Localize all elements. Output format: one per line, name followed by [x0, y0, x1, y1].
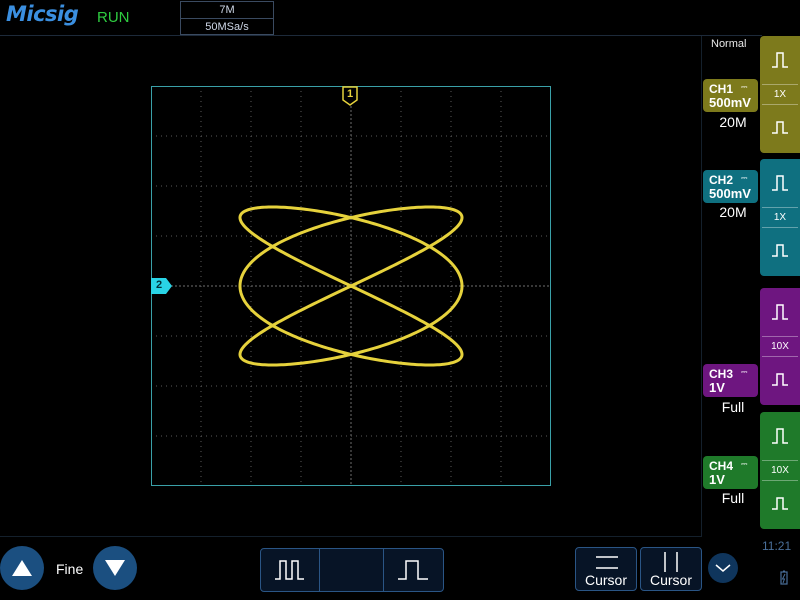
battery-icon [780, 570, 788, 585]
memory-depth: 7M [219, 4, 235, 16]
ch2-marker-label: 2 [155, 279, 163, 291]
vertical-cursor-label: Cursor [649, 572, 692, 588]
ch1-bandwidth: 20M [719, 114, 747, 130]
dc-coupling-icon: ⎓ [741, 82, 748, 91]
ch2-scale: 500mV [709, 186, 751, 201]
ch1-scale: 500mV [709, 95, 751, 110]
ch2-tag[interactable]: CH2 ⎓ 500mV [703, 170, 758, 203]
ch1-tag[interactable]: CH1 ⎓ 500mV [703, 79, 758, 112]
ch4-scale: 1V [709, 472, 725, 487]
sample-rate: 50MSa/s [181, 18, 273, 35]
single-pulse-button[interactable] [384, 549, 442, 591]
pulse-icon [772, 373, 788, 386]
brand-logo: Micsig [6, 2, 79, 26]
ch1-marker-label: 1 [346, 88, 354, 100]
ch3-bandwidth: Full [721, 399, 745, 415]
horizontal-cursor-button[interactable]: Cursor [575, 547, 637, 591]
pulse-icon [772, 175, 788, 191]
ch2-probe: 1X [773, 212, 787, 223]
pulse-icon [772, 428, 788, 444]
ch3-side-panel[interactable]: 10X [760, 288, 800, 405]
dc-coupling-icon: ⎓ [741, 173, 748, 182]
ch3-probe: 10X [771, 341, 789, 352]
ch4-probe: 10X [771, 465, 789, 476]
ch4-name: CH4 [709, 459, 734, 473]
triangle-up-icon [12, 560, 32, 576]
run-state-indicator[interactable]: RUN [97, 9, 130, 26]
vertical-cursor-icon [664, 552, 678, 572]
dc-coupling-icon: ⎓ [741, 459, 748, 468]
ch2-name: CH2 [709, 173, 734, 187]
trigger-mode[interactable]: Normal [711, 38, 746, 50]
clock: 11:21 [762, 539, 792, 553]
pulse-icon [772, 244, 788, 257]
horizontal-cursor-label: Cursor [584, 572, 627, 588]
scale-up-button[interactable] [0, 546, 44, 590]
ch1-position-marker[interactable]: 1 [342, 86, 358, 106]
ch1-name: CH1 [709, 82, 734, 96]
pulse-icon [772, 121, 788, 134]
pulse-icon [772, 304, 788, 320]
ch3-tag[interactable]: CH3 ⎓ 1V [703, 364, 758, 397]
ch4-bandwidth: Full [721, 490, 745, 506]
horizontal-cursor-icon [596, 556, 618, 569]
triangle-down-icon [105, 560, 125, 576]
ch4-tag[interactable]: CH4 ⎓ 1V [703, 456, 758, 489]
scale-down-button[interactable] [93, 546, 137, 590]
ch2-position-marker[interactable]: 2 [151, 278, 173, 294]
pulse-train-icon [275, 560, 304, 580]
horizontal-control-group: 10ms [260, 548, 628, 592]
dc-coupling-icon: ⎓ [741, 367, 748, 376]
ch2-bandwidth: 20M [719, 204, 747, 220]
ch2-side-panel[interactable]: 1X [760, 159, 800, 276]
ch4-side-panel[interactable]: 10X [760, 412, 800, 529]
ch3-name: CH3 [709, 367, 734, 381]
acquisition-info[interactable]: 7M 50MSa/s [180, 1, 274, 35]
ch3-scale: 1V [709, 380, 725, 395]
ch1-probe: 1X [773, 89, 787, 100]
single-pulse-icon [398, 560, 428, 580]
pulse-train-button[interactable] [261, 549, 319, 591]
pulse-icon [772, 52, 788, 68]
vertical-cursor-button[interactable]: Cursor [640, 547, 702, 591]
fine-adjust-label[interactable]: Fine [56, 561, 83, 577]
pulse-icon [772, 497, 788, 510]
chevron-down-icon [715, 564, 731, 572]
expand-menu-button[interactable] [708, 553, 738, 583]
ch1-side-panel[interactable]: 1X [760, 36, 800, 153]
waveform-display[interactable] [151, 86, 551, 486]
